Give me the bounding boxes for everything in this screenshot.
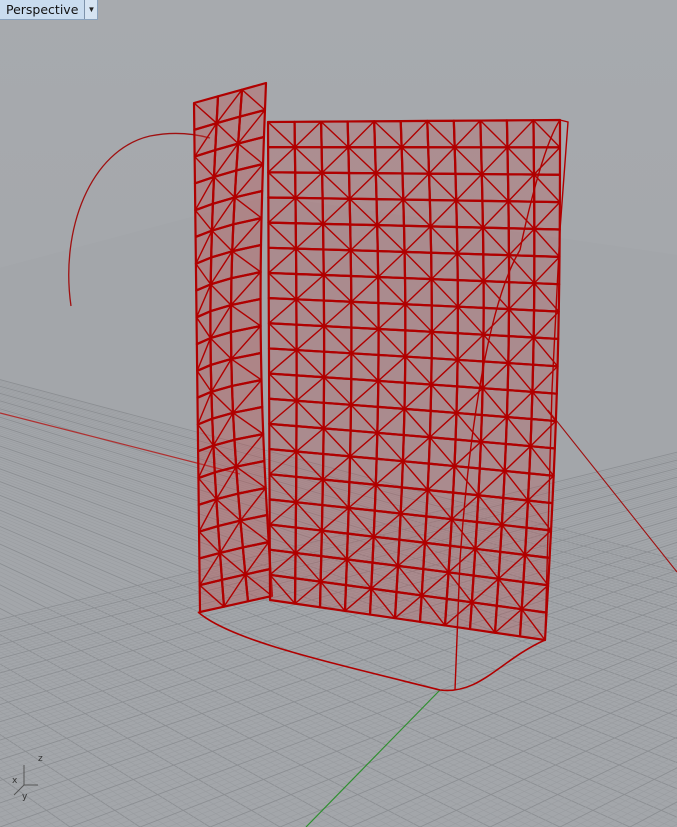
perspective-viewport[interactable]: Perspective ▼ z x y	[0, 0, 677, 827]
viewport-title[interactable]: Perspective	[0, 0, 84, 19]
viewport-scene[interactable]	[0, 0, 677, 827]
axis-label-y: y	[22, 792, 28, 802]
axis-label-x: x	[12, 776, 18, 786]
viewport-title-tab[interactable]: Perspective ▼	[0, 0, 99, 20]
axis-label-z: z	[38, 754, 43, 764]
triangle-down-icon[interactable]: ▼	[84, 0, 98, 19]
lattice-surface-model[interactable]	[192, 81, 569, 692]
